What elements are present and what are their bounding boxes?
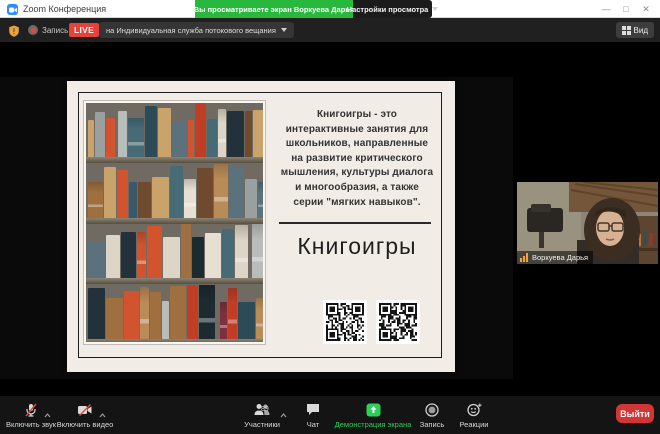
microphone-muted-icon (24, 403, 38, 417)
close-button[interactable]: ✕ (636, 4, 656, 15)
chevron-down-icon (281, 28, 287, 32)
qr-code-left (323, 300, 367, 344)
maximize-button[interactable]: □ (616, 4, 636, 14)
meeting-toolbar: Включить звук Включить видео (0, 396, 660, 434)
viewing-screen-banner-text: Вы просматриваете экран Воркуева Дарья (194, 5, 355, 14)
participant-name: Воркуева Дарья (532, 253, 588, 262)
chat-label: Чат (307, 420, 319, 429)
recording-label: Запись (42, 26, 68, 35)
unmute-audio-button[interactable]: Включить звук (4, 396, 58, 434)
view-layout-label: Вид (634, 26, 648, 35)
live-badge: LIVE (69, 23, 99, 37)
reactions-button[interactable]: Реакции (448, 396, 500, 434)
participants-button[interactable]: 89 Участники (228, 396, 296, 434)
view-layout-button[interactable]: Вид (616, 22, 654, 38)
grid-view-icon (622, 26, 631, 35)
streaming-service-label: на Индивидуальная служба потокового веща… (106, 26, 276, 35)
slide-paragraph-line: серии "мягких навыков". (271, 196, 443, 211)
slide-paragraph-line: Книгоигры - это (271, 108, 443, 123)
slide-paragraph-line: и многообразия, а также (271, 181, 443, 196)
leave-meeting-button[interactable]: Выйти (616, 404, 654, 423)
chat-button[interactable]: Чат (296, 396, 330, 434)
recording-indicator-icon[interactable] (28, 25, 38, 35)
slide-paragraph-line: школьников, направленные (271, 137, 443, 152)
participants-count: 89 (261, 406, 269, 413)
chevron-down-icon (432, 7, 438, 11)
participant-video[interactable]: Воркуева Дарья (517, 182, 658, 264)
slide-paragraph: Книгоигры - это интерактивные занятия дл… (271, 108, 443, 210)
slide-paragraph-line: мышления, культуры диалога (271, 166, 443, 181)
zoom-meeting-window: Zoom Конференция Вы просматриваете экран… (0, 0, 660, 434)
share-screen-icon (366, 403, 381, 417)
reactions-label: Реакции (460, 420, 489, 429)
zoom-app-icon (7, 4, 18, 15)
slide-title: Книгоигры (271, 233, 443, 260)
meeting-info-bar: Запись LIVE на Индивидуальная служба пот… (0, 18, 660, 42)
qr-code-right (376, 300, 420, 344)
slide-divider (279, 222, 431, 224)
window-controls: — □ ✕ (596, 0, 656, 18)
encryption-shield-icon[interactable] (8, 24, 20, 42)
streaming-service-dropdown[interactable]: на Индивидуальная служба потокового веща… (99, 22, 294, 38)
participants-label: Участники (244, 420, 280, 429)
chat-bubble-icon (306, 403, 320, 416)
window-title: Zoom Конференция (23, 4, 106, 14)
unmute-audio-label: Включить звук (6, 420, 56, 429)
share-screen-button[interactable]: Демонстрация экрана (330, 396, 416, 434)
participant-name-tag: Воркуева Дарья (517, 251, 593, 264)
chevron-up-icon[interactable] (44, 413, 51, 418)
minimize-button[interactable]: — (596, 4, 616, 14)
view-options-dropdown[interactable]: Настройки просмотра (353, 0, 432, 18)
presentation-slide: Книгоигры - это интерактивные занятия дл… (67, 81, 455, 372)
start-video-button[interactable]: Включить видео (58, 396, 112, 434)
bookshelf-photo (84, 101, 265, 344)
viewing-screen-banner: Вы просматриваете экран Воркуева Дарья (195, 0, 353, 18)
chevron-up-icon[interactable] (280, 413, 287, 418)
camera-muted-icon (77, 404, 93, 416)
shared-screen-stage: Книгоигры - это интерактивные занятия дл… (0, 42, 660, 396)
chevron-up-icon[interactable] (99, 413, 106, 418)
toolbar-center-cluster: 89 Участники Чат (228, 396, 500, 434)
view-options-label: Настройки просмотра (347, 5, 429, 14)
title-bar: Zoom Конференция Вы просматриваете экран… (0, 0, 660, 18)
audio-level-icon (520, 253, 529, 262)
slide-paragraph-line: интерактивные занятия для (271, 123, 443, 138)
record-button[interactable]: Запись (416, 396, 448, 434)
record-icon (425, 403, 439, 417)
slide-paragraph-line: на развитие критического (271, 152, 443, 167)
share-screen-label: Демонстрация экрана (335, 420, 412, 429)
record-label: Запись (420, 420, 445, 429)
reactions-smiley-icon (467, 403, 482, 417)
start-video-label: Включить видео (57, 420, 114, 429)
